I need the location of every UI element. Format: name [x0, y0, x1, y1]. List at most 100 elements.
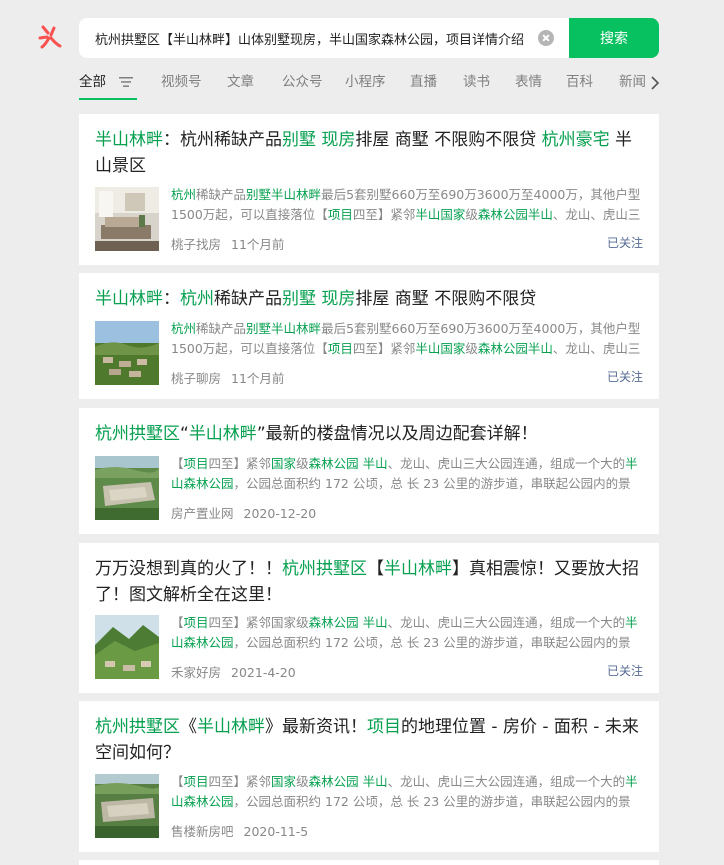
tab-encyclopedia[interactable]: 百科 [566, 70, 593, 100]
tab-miniprograms[interactable]: 小程序 [345, 70, 386, 100]
chevron-right-icon[interactable] [650, 76, 660, 90]
plain-text: ”最新的楼盘情况以及周边配套详解！ [256, 424, 538, 444]
tab-label: 表情 [515, 74, 542, 90]
plain-text: 国家 [271, 615, 297, 630]
tab-all[interactable]: 全部 [79, 70, 106, 100]
plain-text: 《 [180, 717, 197, 737]
plain-text: 》最新资讯！ [265, 717, 367, 737]
tab-articles[interactable]: 文章 [227, 70, 254, 100]
highlight-text: 杭州 [541, 130, 576, 150]
highlight-text: 项目 [183, 615, 209, 630]
highlight-text: 森林公园 [477, 341, 528, 356]
plain-text: 【 [171, 615, 184, 630]
search-query-text[interactable]: 杭州拱墅区【半山林畔】山体别墅现房，半山国家森林公园，项目详情介绍 [95, 29, 527, 48]
search-header: 杭州拱墅区【半山林畔】山体别墅现房，半山国家森林公园，项目详情介绍 搜索 全部 … [0, 0, 724, 104]
result-card-partial [79, 860, 659, 865]
result-snippet: 【项目四至】紧邻国家级森林公园 半山、龙山、虎山三大公园连通，组成一个大的半山森… [171, 454, 641, 494]
result-title[interactable]: 半山林畔：杭州稀缺产品别墅 现房排屋 商墅 不限购不限贷 杭州豪宅 半山景区 [95, 127, 645, 179]
result-card[interactable]: 半山林畔：杭州稀缺产品别墅 现房排屋 商墅 不限购不限贷 杭州稀缺产品别墅半山林… [79, 273, 659, 399]
plain-text: 稀缺产品 [214, 289, 282, 309]
plain-text: “ [180, 424, 189, 444]
result-source[interactable]: 房产置业网 [171, 506, 234, 521]
plain-text: 级 [465, 341, 478, 356]
result-meta: 售楼新房吧 2020-11-5 [171, 821, 308, 840]
highlight-text: 森林公园 [477, 207, 528, 222]
sou-logo-icon[interactable] [37, 24, 63, 50]
highlight-text: 半山林畔 [197, 717, 265, 737]
result-title[interactable]: 杭州拱墅区“半山林畔”最新的楼盘情况以及周边配套详解！ [95, 421, 645, 447]
result-title[interactable]: 杭州拱墅区《半山林畔》最新资讯！项目的地理位置 - 房价 - 面积 - 未来空间… [95, 714, 645, 766]
category-tabs: 全部 视频号 文章 公众号 小程序 直播 读书 表情 百科 新闻 [79, 70, 669, 100]
highlight-text: 杭州 [171, 187, 197, 202]
highlight-text: 半山林畔 [188, 424, 257, 444]
result-thumbnail[interactable] [95, 456, 159, 520]
highlight-text: 森林公园 [308, 456, 359, 471]
plain-text: 级 [296, 456, 309, 471]
result-time: 11个月前 [231, 371, 285, 386]
result-thumbnail[interactable] [95, 321, 159, 385]
result-thumbnail[interactable] [95, 774, 159, 838]
result-meta: 禾家好房 2021-4-20 [171, 662, 296, 681]
highlight-text: 现房 [321, 130, 356, 150]
tab-channels[interactable]: 视频号 [161, 70, 202, 100]
follow-status[interactable]: 已关注 [607, 234, 643, 251]
tab-live[interactable]: 直播 [410, 70, 437, 100]
result-thumbnail[interactable] [95, 187, 159, 251]
search-button[interactable]: 搜索 [569, 18, 659, 58]
tab-label: 百科 [566, 74, 593, 90]
plain-text: 、龙山、虎山三大公园连通，组成一个大的 [387, 456, 626, 471]
plain-text: ，公园总面积约 172 公顷，总 长 23 公里的游步道，串联起公园内的景点 [233, 476, 631, 491]
tab-label: 文章 [227, 74, 254, 90]
result-time: 11个月前 [231, 237, 285, 252]
result-snippet: 【项目四至】紧邻国家级森林公园 半山、龙山、虎山三大公园连通，组成一个大的半山森… [171, 613, 641, 653]
active-tab-underline [79, 98, 137, 100]
plain-text: 四至】紧邻 [208, 615, 272, 630]
highlight-text: 半山林畔 [95, 130, 163, 150]
plain-text: 、龙山、虎山三大公园连通，组成一个大的 [387, 774, 626, 789]
tab-news[interactable]: 新闻 [619, 70, 646, 100]
plain-text: 级 [296, 774, 309, 789]
tab-label: 公众号 [282, 74, 323, 90]
result-meta: 桃子找房 11个月前 [171, 234, 284, 253]
highlight-text: 半山 [362, 456, 388, 471]
result-card[interactable]: 半山林畔：杭州稀缺产品别墅 现房排屋 商墅 不限购不限贷 杭州豪宅 半山景区 杭… [79, 114, 659, 265]
follow-status[interactable]: 已关注 [607, 368, 643, 385]
tab-stickers[interactable]: 表情 [515, 70, 542, 100]
result-source[interactable]: 售楼新房吧 [171, 824, 234, 839]
highlight-text: 豪宅 [575, 130, 610, 150]
result-card[interactable]: 万万没想到真的火了！！杭州拱墅区【半山林畔】真相震惊！又要放大招了！图文解析全在… [79, 543, 659, 693]
plain-text: ： [163, 289, 180, 309]
highlight-text: 杭州拱墅区 [95, 424, 180, 444]
result-snippet: 【项目四至】紧邻国家级森林公园 半山、龙山、虎山三大公园连通，组成一个大的半山森… [171, 772, 641, 812]
plain-text: 四至】紧邻 [352, 207, 416, 222]
plain-text: 【 [171, 774, 184, 789]
result-thumbnail[interactable] [95, 615, 159, 679]
result-card[interactable]: 杭州拱墅区《半山林畔》最新资讯！项目的地理位置 - 房价 - 面积 - 未来空间… [79, 701, 659, 852]
result-title[interactable]: 半山林畔：杭州稀缺产品别墅 现房排屋 商墅 不限购不限贷 [95, 286, 645, 312]
filter-lines-icon[interactable] [119, 76, 133, 88]
highlight-text: 现房 [321, 289, 356, 309]
clear-circle-icon[interactable] [538, 30, 554, 46]
highlight-text: 半山林畔 [384, 559, 452, 579]
result-source[interactable]: 桃子找房 [171, 237, 221, 252]
plain-text: 四至】紧邻 [208, 774, 272, 789]
tab-accounts[interactable]: 公众号 [282, 70, 323, 100]
result-title[interactable]: 万万没想到真的火了！！杭州拱墅区【半山林畔】真相震惊！又要放大招了！图文解析全在… [95, 556, 645, 608]
highlight-text: 半山 [362, 615, 388, 630]
result-source[interactable]: 桃子聊房 [171, 371, 221, 386]
result-snippet: 杭州稀缺产品别墅半山林畔最后5套别墅660万至690万3600万至4000万，其… [171, 185, 641, 225]
plain-text: 级 [465, 207, 478, 222]
plain-text: 万万没想到真的火了！！ [95, 559, 282, 579]
highlight-text: 半山林畔 [271, 187, 322, 202]
plain-text: 【 [171, 456, 184, 471]
result-meta: 房产置业网 2020-12-20 [171, 503, 316, 522]
highlight-text: 别墅 [246, 187, 272, 202]
tab-books[interactable]: 读书 [463, 70, 490, 100]
result-source[interactable]: 禾家好房 [171, 665, 221, 680]
plain-text: 稀缺产品 [196, 187, 247, 202]
highlight-text: 半山 [527, 341, 553, 356]
follow-status[interactable]: 已关注 [607, 662, 643, 679]
result-card[interactable]: 杭州拱墅区“半山林畔”最新的楼盘情况以及周边配套详解！ 【项目四至】紧邻国家级森… [79, 408, 659, 534]
search-input[interactable]: 杭州拱墅区【半山林畔】山体别墅现房，半山国家森林公园，项目详情介绍 [79, 18, 569, 58]
highlight-text: 国家 [271, 774, 297, 789]
